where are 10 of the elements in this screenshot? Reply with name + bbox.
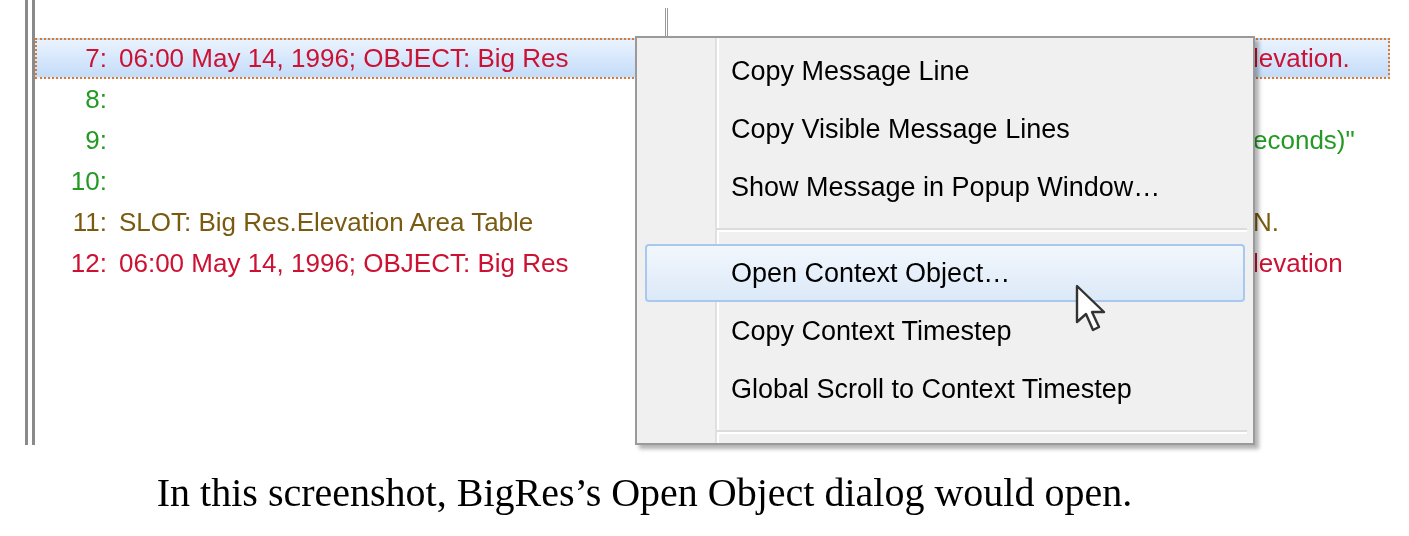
message-text: SLOT: Big Res.Elevation Area Table [119,206,534,239]
line-number: 7: [84,42,107,75]
message-text: 06:00 May 14, 1996; OBJECT: Big Res [119,42,569,75]
message-text: 06:00 May 14, 1996; OBJECT: Big Res [119,247,569,280]
line-number: 11: [71,206,107,239]
line-number: 8: [84,83,107,116]
line-number: 12: [69,247,107,280]
message-text: N. [1253,206,1280,239]
caption: In this screenshot, BigRes’s Open Object dialog would open. [155,469,1134,517]
message-text: levation. [1253,42,1351,75]
